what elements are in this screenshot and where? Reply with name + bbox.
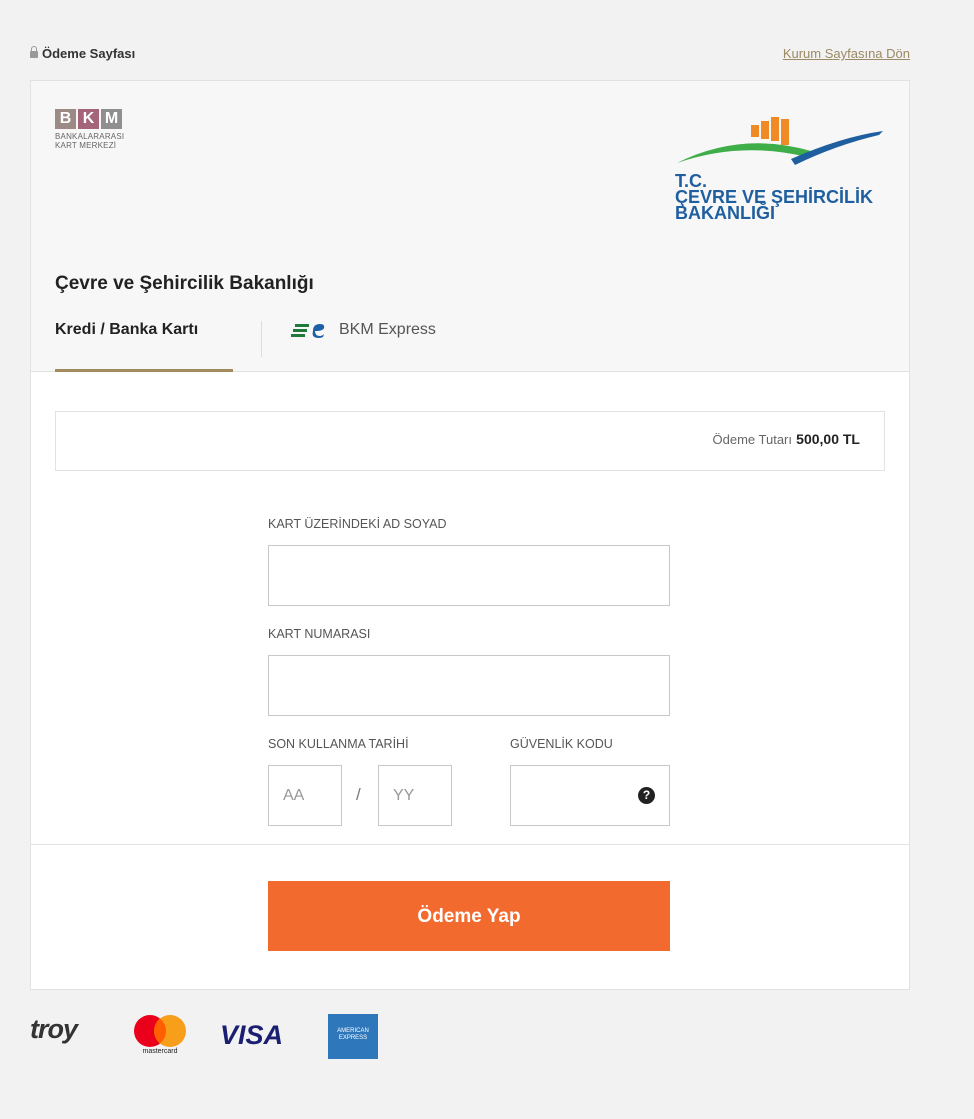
back-to-institution-link[interactable]: Kurum Sayfasına Dön [783, 46, 910, 61]
expiry-year-input[interactable] [379, 766, 451, 825]
troy-logo-text: troy [30, 1014, 78, 1044]
cardholder-name-field-box [268, 545, 670, 606]
amex-logo-line2: EXPRESS [338, 1035, 368, 1041]
amount-box: Ödeme Tutarı 500,00 TL [55, 411, 885, 471]
card-brand-logos: troy mastercard VISA AMERICAN EXPRESS [30, 1010, 430, 1070]
card-number-input[interactable] [269, 656, 669, 715]
tab-bkm-express-label: BKM Express [339, 321, 436, 338]
lock-icon [30, 46, 38, 58]
help-icon[interactable]: ? [638, 787, 655, 804]
bkm-logo: B K M BANKALARARASI KART MERKEZİ [55, 109, 124, 150]
mastercard-icon [134, 1015, 186, 1047]
tab-bkm-express[interactable]: BKM Express [291, 321, 436, 339]
expiry-month-input[interactable] [269, 766, 341, 825]
card-number-label: KART NUMARASI [268, 627, 371, 641]
visa-logo: VISA [220, 1020, 283, 1051]
payment-panel: B K M BANKALARARASI KART MERKEZİ T.C. ÇE… [30, 80, 910, 990]
tab-credit-card[interactable]: Kredi / Banka Kartı [55, 321, 233, 372]
bkm-logo-letter-m: M [101, 109, 122, 129]
card-number-field-box [268, 655, 670, 716]
expiry-year-field-box [378, 765, 452, 826]
secure-page-text: Ödeme Sayfası [42, 46, 136, 61]
secure-page-label: Ödeme Sayfası [30, 46, 135, 61]
ministry-logo-line3: BAKANLIĞI [675, 203, 775, 223]
troy-logo: troy [30, 1014, 78, 1045]
amount-value: 500,00 TL [796, 431, 860, 447]
bkm-logo-line2: KART MERKEZİ [55, 141, 117, 150]
institution-name: Çevre ve Şehircilik Bakanlığı [55, 273, 314, 294]
mastercard-logo: mastercard [128, 1014, 192, 1058]
bkm-express-icon [291, 324, 325, 338]
amex-logo-line1: AMERICAN [337, 1028, 369, 1034]
bkm-logo-line1: BANKALARARASI [55, 132, 125, 141]
cardholder-name-input[interactable] [269, 546, 669, 605]
expiry-month-field-box [268, 765, 342, 826]
top-bar: Ödeme Sayfası Kurum Sayfasına Dön [30, 46, 910, 66]
bkm-logo-letter-b: B [55, 109, 76, 129]
form-divider [31, 844, 909, 845]
amount-label: Ödeme Tutarı [712, 432, 792, 447]
visa-logo-text: VISA [220, 1020, 284, 1050]
expiry-separator: / [356, 785, 361, 804]
security-code-label: GÜVENLİK KODU [510, 737, 613, 751]
tab-credit-card-label: Kredi / Banka Kartı [55, 321, 199, 338]
amex-logo: AMERICAN EXPRESS [328, 1014, 378, 1059]
mastercard-logo-text: mastercard [142, 1048, 178, 1055]
expiry-date-label: SON KULLANMA TARİHİ [268, 737, 409, 751]
bkm-logo-letter-k: K [78, 109, 99, 129]
cardholder-name-label: KART ÜZERİNDEKİ AD SOYAD [268, 517, 447, 531]
ministry-logo: T.C. ÇEVRE VE ŞEHİRCİLİK BAKANLIĞI [671, 111, 891, 241]
pay-button[interactable]: Ödeme Yap [268, 881, 670, 951]
tab-divider [261, 321, 262, 357]
security-code-field-box: ? [510, 765, 670, 826]
payment-header: B K M BANKALARARASI KART MERKEZİ T.C. ÇE… [31, 81, 909, 372]
